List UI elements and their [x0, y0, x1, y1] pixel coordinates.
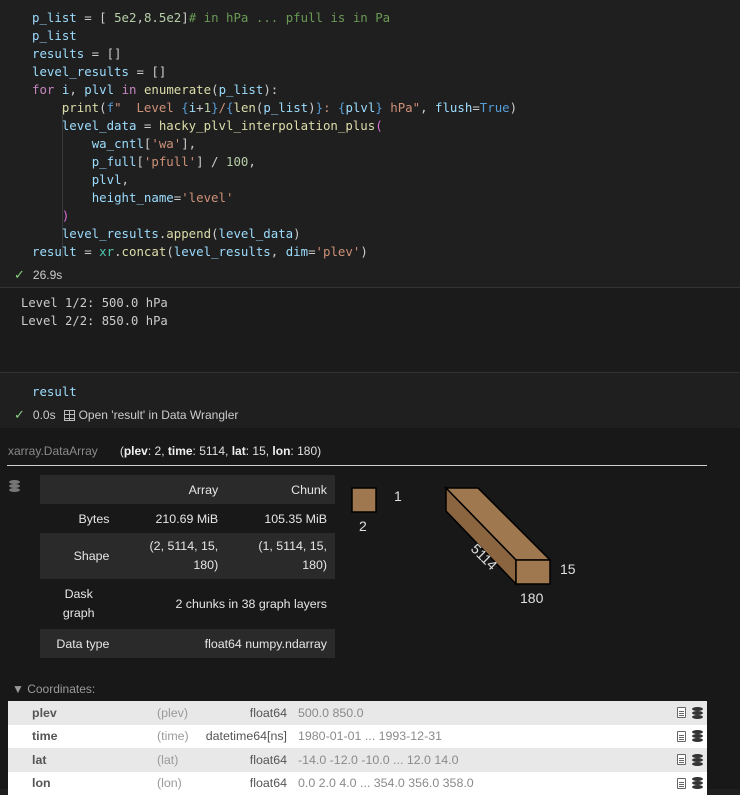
exec-time: 26.9s — [33, 268, 62, 282]
data-wrangler-link[interactable]: Open 'result' in Data Wrangler — [64, 408, 239, 422]
coordinates-section: ▼ Coordinates: plev (plev) float64 500.0… — [8, 682, 707, 795]
table-row: Bytes 210.69 MiB 105.35 MiB — [40, 504, 335, 533]
coord-dtype: float64 — [250, 776, 287, 790]
xarray-dims: (plev: 2, time: 5114, lat: 15, lon: 180) — [120, 444, 321, 458]
attributes-icon[interactable] — [677, 754, 686, 765]
coord-dtype: datetime64[ns] — [206, 729, 287, 743]
coordinates-toggle[interactable]: ▼ Coordinates: — [12, 682, 707, 696]
xarray-output: xarray.DataArray (plev: 2, time: 5114, l… — [0, 428, 740, 789]
table-row: Dask graph 2 chunks in 38 graph layers — [40, 579, 335, 629]
row-array: 210.69 MiB — [117, 504, 226, 533]
database-icon[interactable] — [692, 777, 703, 789]
code-line-1: p_list = [ 5e2,8.5e2]# in hPa ... pfull … — [32, 9, 390, 27]
chunk-diagram: 1 2 15 180 5114 — [340, 483, 590, 613]
check-icon: ✓ — [14, 267, 25, 283]
check-icon: ✓ — [14, 407, 25, 423]
attributes-icon[interactable] — [677, 778, 686, 789]
cell2-status: ✓ 0.0s Open 'result' in Data Wrangler — [14, 407, 238, 423]
code-line-9: p_full['pfull'] / 100, — [32, 153, 256, 171]
code-line-6: print(f" Level {i+1}/{len(p_list)}: {plv… — [32, 99, 517, 117]
code-line-7: level_data = hacky_plvl_interpolation_pl… — [32, 117, 383, 135]
code-cell[interactable]: p_list = [ 5e2,8.5e2]# in hPa ... pfull … — [0, 0, 740, 266]
coord-name: plev — [32, 706, 57, 720]
coord-name: lon — [32, 776, 51, 790]
coord-values: 0.0 2.0 4.0 ... 354.0 356.0 358.0 — [298, 776, 474, 790]
small-chunk-square — [352, 488, 376, 512]
data-wrangler-label: Open 'result' in Data Wrangler — [79, 408, 239, 422]
code-line-10: plvl, — [32, 171, 129, 189]
code-line-8: wa_cntl['wa'], — [32, 135, 196, 153]
exec-time: 0.0s — [33, 408, 56, 422]
cell2-code[interactable]: result — [32, 383, 77, 401]
coord-row[interactable]: lat (lat) float64 -14.0 -12.0 -10.0 ... … — [8, 748, 707, 772]
table-header — [40, 475, 117, 504]
cube-right-label: 15 — [560, 561, 576, 577]
code-line-12: ) — [32, 207, 69, 225]
table-header-row: Array Chunk — [40, 475, 335, 504]
small-bottom-label: 2 — [359, 518, 367, 534]
row-chunk: 105.35 MiB — [226, 504, 335, 533]
table-icon — [64, 410, 75, 421]
table-row: Shape (2, 5114, 15, 180) (1, 5114, 15, 1… — [40, 533, 335, 579]
output-line-2: Level 2/2: 850.0 hPa — [21, 312, 168, 330]
row-chunk: (1, 5114, 15, 180) — [226, 533, 335, 579]
coord-dims: (lon) — [157, 776, 182, 790]
cell1-status: ✓ 26.9s — [14, 267, 62, 283]
row-label: Bytes — [40, 504, 117, 533]
cube-bottom-label: 180 — [520, 590, 544, 606]
small-top-label: 1 — [394, 488, 402, 504]
cube-front-face — [516, 560, 550, 584]
code-line-4: level_results = [] — [32, 63, 166, 81]
coord-values: 1980-01-01 ... 1993-12-31 — [298, 729, 442, 743]
database-icon[interactable] — [692, 730, 703, 742]
code-line-13: level_results.append(level_data) — [32, 225, 301, 243]
coord-row[interactable]: plev (plev) float64 500.0 850.0 — [8, 701, 707, 725]
table-row: Data type float64 numpy.ndarray — [40, 629, 335, 658]
coord-dtype: float64 — [250, 706, 287, 720]
table-header: Array — [117, 475, 226, 504]
coord-row[interactable]: lon (lon) float64 0.0 2.0 4.0 ... 354.0 … — [8, 772, 707, 795]
coord-dims: (lat) — [157, 753, 178, 767]
row-label: Data type — [40, 629, 117, 658]
row-value: 2 chunks in 38 graph layers — [117, 579, 335, 629]
xarray-class-name: xarray.DataArray — [8, 444, 98, 458]
row-array: (2, 5114, 15, 180) — [117, 533, 226, 579]
cell1-output[interactable]: Level 1/2: 500.0 hPa Level 2/2: 850.0 hP… — [0, 288, 740, 372]
attributes-icon[interactable] — [677, 731, 686, 742]
database-icon[interactable] — [9, 480, 20, 492]
attributes-icon[interactable] — [677, 707, 686, 718]
coord-values: 500.0 850.0 — [298, 706, 363, 720]
header-rule — [7, 465, 707, 466]
row-label: Dask graph — [40, 579, 117, 629]
database-icon[interactable] — [692, 754, 703, 766]
dask-info-table: Array Chunk Bytes 210.69 MiB 105.35 MiB … — [40, 475, 335, 658]
coord-dims: (time) — [157, 729, 189, 743]
coord-dtype: float64 — [250, 753, 287, 767]
output-line-1: Level 1/2: 500.0 hPa — [21, 294, 168, 312]
coord-dims: (plev) — [157, 706, 188, 720]
code-line-11: height_name='level' — [32, 189, 233, 207]
coord-row[interactable]: time (time) datetime64[ns] 1980-01-01 ..… — [8, 725, 707, 749]
coord-values: -14.0 -12.0 -10.0 ... 12.0 14.0 — [298, 753, 459, 767]
divider — [0, 372, 740, 373]
coord-name: lat — [32, 753, 46, 767]
code-line-5: for i, plvl in enumerate(p_list): — [32, 81, 278, 99]
coord-name: time — [32, 729, 57, 743]
code-line-2: p_list — [32, 27, 77, 45]
code-line-3: results = [] — [32, 45, 122, 63]
database-icon[interactable] — [692, 707, 703, 719]
row-value: float64 numpy.ndarray — [117, 629, 335, 658]
table-header: Chunk — [226, 475, 335, 504]
row-label: Shape — [40, 533, 117, 579]
code-line-14: result = xr.concat(level_results, dim='p… — [32, 243, 368, 261]
